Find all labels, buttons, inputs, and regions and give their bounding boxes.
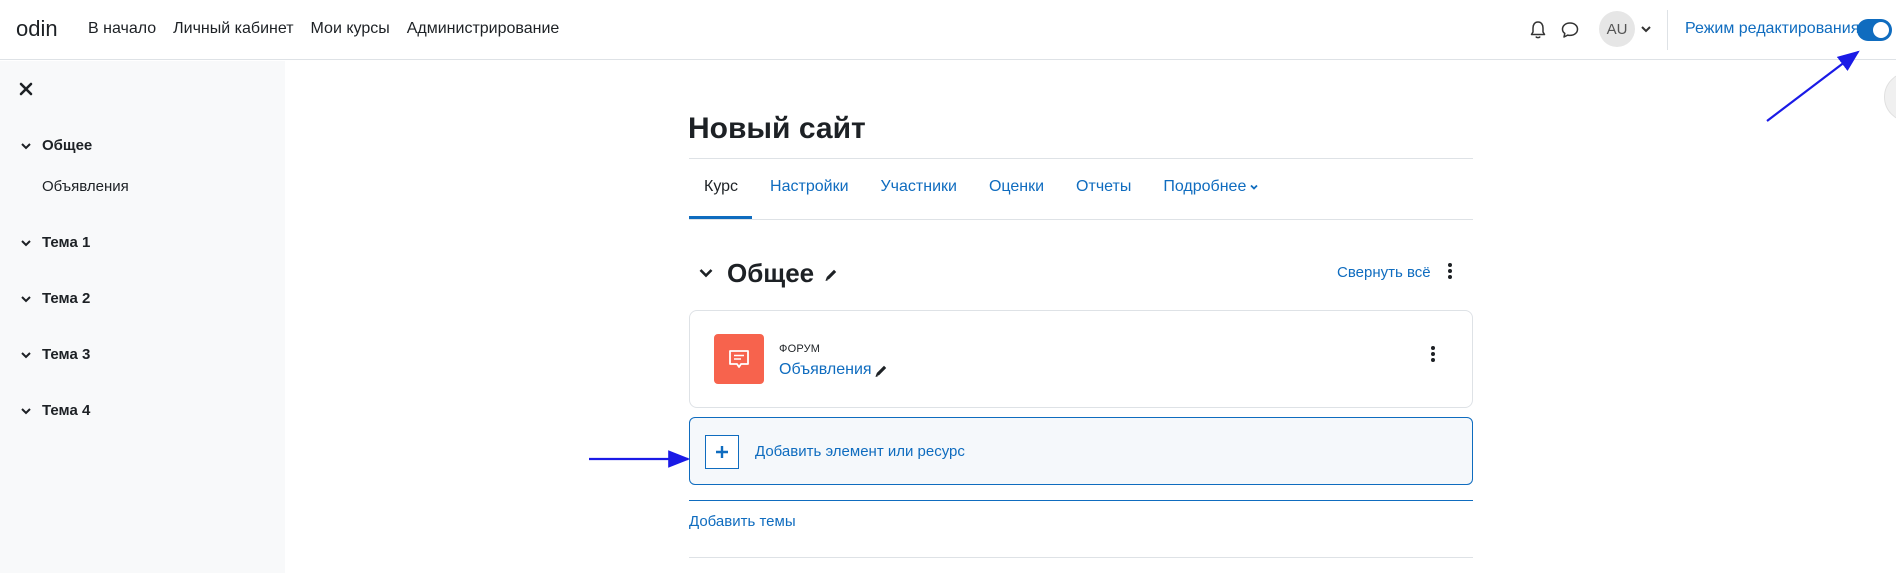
add-activity-label: Добавить элемент или ресурс	[755, 443, 965, 460]
drawer-section-label: Тема 3	[42, 346, 91, 363]
course-index-drawer: Общее Объявления Тема 1 Тема 2 Тема 3 Те…	[0, 61, 285, 573]
page-title: Новый сайт	[688, 112, 866, 145]
pencil-icon[interactable]	[823, 267, 839, 283]
arrow-to-edit-toggle	[1766, 50, 1860, 122]
drawer-item-announcements[interactable]: Объявления	[42, 178, 129, 195]
toggle-knob	[1873, 22, 1889, 38]
divider	[689, 500, 1473, 501]
chevron-down-icon	[21, 351, 31, 358]
activity-name-link[interactable]: Объявления	[779, 361, 872, 379]
drawer-section-label: Тема 1	[42, 234, 91, 251]
drawer-section-general[interactable]: Общее	[20, 137, 92, 154]
chevron-down-icon	[21, 407, 31, 414]
drawer-section-topic-4[interactable]: Тема 4	[20, 402, 90, 419]
chevron-down-icon	[21, 142, 31, 149]
kebab-menu-icon[interactable]	[1430, 345, 1436, 363]
tab-settings[interactable]: Настройки	[770, 178, 848, 196]
site-brand[interactable]: odin	[16, 16, 58, 42]
tab-grades[interactable]: Оценки	[989, 178, 1044, 196]
messages-icon[interactable]	[1559, 19, 1581, 41]
drawer-section-label: Тема 4	[42, 402, 91, 419]
chevron-down-icon	[21, 295, 31, 302]
nav-home[interactable]: В начало	[88, 20, 156, 38]
tab-more[interactable]: Подробнее	[1163, 178, 1259, 196]
close-icon[interactable]	[19, 82, 33, 96]
tab-participants[interactable]: Участники	[881, 178, 957, 196]
tab-reports[interactable]: Отчеты	[1076, 178, 1131, 196]
drawer-section-topic-1[interactable]: Тема 1	[20, 234, 90, 251]
edit-mode-label[interactable]: Режим редактирования	[1685, 20, 1859, 38]
nav-my-courses[interactable]: Мои курсы	[311, 20, 390, 38]
nav-dashboard[interactable]: Личный кабинет	[173, 20, 293, 38]
drawer-section-topic-3[interactable]: Тема 3	[20, 346, 90, 363]
top-navbar: odin В начало Личный кабинет Мои курсы А…	[0, 0, 1896, 60]
chevron-down-icon	[21, 239, 31, 246]
nav-site-admin[interactable]: Администрирование	[407, 20, 560, 38]
course-tabs: Курс Настройки Участники Оценки Отчеты П…	[689, 178, 1291, 196]
primary-navigation: В начало Личный кабинет Мои курсы Админи…	[88, 20, 559, 38]
activity-type-label: ФОРУМ	[779, 343, 821, 355]
pencil-icon[interactable]	[873, 363, 889, 379]
activity-card: ФОРУМ Объявления	[689, 310, 1473, 408]
chevron-down-icon[interactable]	[1640, 23, 1652, 35]
nav-divider	[1667, 10, 1668, 50]
divider	[689, 158, 1473, 159]
forum-glyph-icon	[729, 350, 749, 368]
divider	[689, 557, 1473, 558]
drawer-section-label: Тема 2	[42, 290, 91, 307]
chevron-down-icon[interactable]	[698, 265, 714, 281]
plus-icon	[705, 435, 739, 469]
drawer-section-topic-2[interactable]: Тема 2	[20, 290, 90, 307]
bell-icon[interactable]	[1527, 19, 1549, 41]
kebab-menu-icon[interactable]	[1447, 262, 1453, 280]
add-topics-link[interactable]: Добавить темы	[689, 513, 796, 530]
section-title: Общее	[727, 258, 815, 288]
user-avatar[interactable]: AU	[1599, 11, 1635, 47]
tab-course[interactable]: Курс	[704, 178, 738, 196]
drawer-section-label: Общее	[42, 137, 93, 154]
forum-icon[interactable]	[714, 334, 764, 384]
edit-mode-toggle[interactable]	[1857, 19, 1892, 41]
chevron-down-icon	[1250, 184, 1258, 190]
right-drawer-toggle[interactable]	[1884, 72, 1896, 122]
tab-more-label: Подробнее	[1163, 178, 1247, 195]
divider	[689, 219, 1473, 220]
add-activity-button[interactable]: Добавить элемент или ресурс	[689, 417, 1473, 485]
collapse-all-link[interactable]: Свернуть всё	[1337, 264, 1431, 281]
